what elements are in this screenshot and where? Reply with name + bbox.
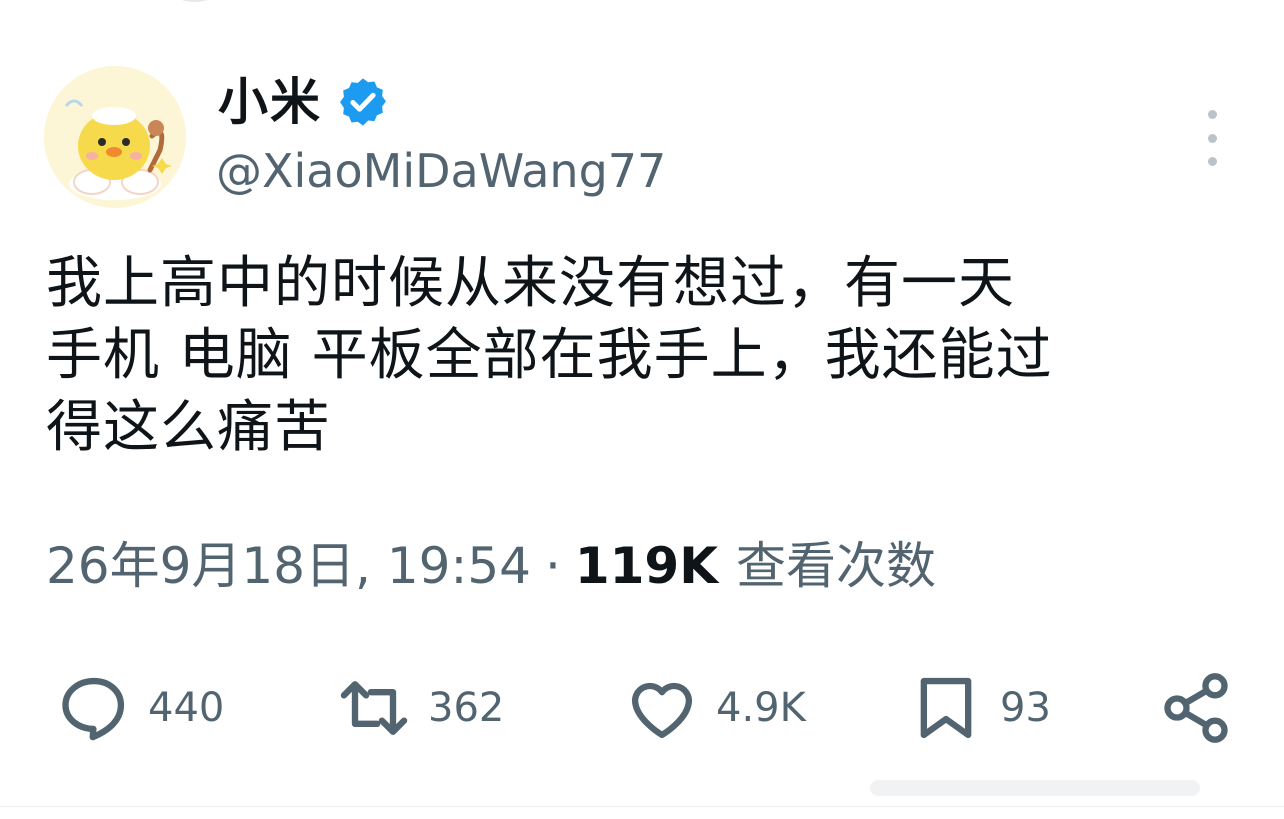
share-icon: [1164, 673, 1228, 743]
avatar[interactable]: [44, 66, 186, 208]
display-name[interactable]: 小米: [218, 77, 322, 127]
tweet-meta: 26年9月18日, 19:54 · 119K 查看次数: [46, 534, 936, 598]
more-dot: [1207, 133, 1217, 143]
scrollbar-thumb[interactable]: [870, 780, 1200, 796]
like-count: 4.9K: [716, 685, 806, 731]
tweet-text: 我上高中的时候从来没有想过，有一天 手机 电脑 平板全部在我手上，我还能过 得这…: [46, 251, 1053, 460]
top-edge-fragment: [175, 0, 215, 2]
action-bar: 440 362 4.9K 93: [0, 668, 1284, 748]
timestamp[interactable]: 26年9月18日, 19:54: [46, 541, 531, 591]
verified-badge-icon[interactable]: [336, 75, 390, 129]
more-dot: [1207, 157, 1217, 166]
retweet-count: 362: [428, 685, 505, 731]
views-label: 查看次数: [735, 537, 936, 595]
views-count: 119K: [574, 537, 718, 595]
reply-icon: [62, 677, 125, 741]
bookmark-icon: [920, 677, 972, 739]
author-handle[interactable]: @XiaoMiDaWang77: [216, 148, 666, 194]
bookmark-button[interactable]: 93: [908, 668, 1051, 748]
reply-button[interactable]: 440: [56, 668, 224, 748]
bookmark-count: 93: [1000, 685, 1051, 731]
avatar-image: [44, 66, 186, 208]
like-icon: [631, 682, 693, 739]
like-button[interactable]: 4.9K: [624, 668, 806, 748]
reply-count: 440: [148, 685, 225, 731]
author-name-row: 小米: [218, 70, 390, 134]
meta-separator: ·: [544, 537, 561, 595]
share-button[interactable]: [1158, 668, 1234, 748]
retweet-button[interactable]: 362: [336, 668, 504, 748]
more-dot: [1207, 110, 1217, 119]
bottom-divider: [0, 806, 1284, 807]
retweet-icon: [340, 681, 408, 735]
more-options-icon[interactable]: [1196, 110, 1228, 166]
